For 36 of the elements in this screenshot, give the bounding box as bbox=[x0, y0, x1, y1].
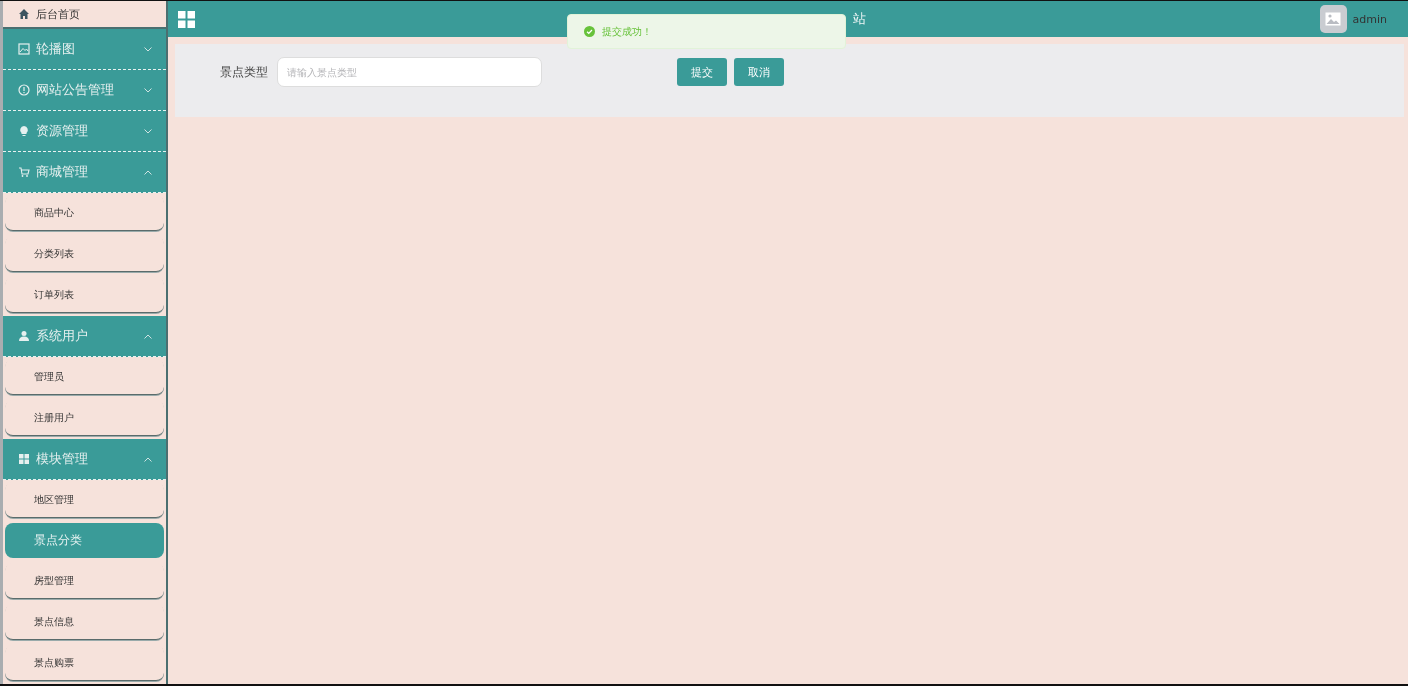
menu-group-label: 系统用户 bbox=[36, 327, 89, 345]
submenu-item[interactable]: 管理员 bbox=[5, 359, 164, 395]
site-title: 站 bbox=[853, 10, 867, 28]
chevron-down-icon bbox=[144, 87, 152, 93]
menu-group-label: 模块管理 bbox=[36, 450, 89, 468]
username: admin bbox=[1352, 12, 1387, 26]
lightbulb-icon bbox=[18, 125, 30, 137]
info-circle-icon bbox=[18, 84, 30, 96]
menu-group-label: 网站公告管理 bbox=[36, 81, 115, 99]
menu-group-label: 商城管理 bbox=[36, 163, 89, 181]
chevron-up-icon bbox=[144, 456, 152, 462]
check-circle-icon bbox=[584, 26, 595, 37]
submenu-item[interactable]: 景点购票 bbox=[5, 645, 164, 681]
menu-group-label: 资源管理 bbox=[36, 122, 89, 140]
user-icon bbox=[18, 330, 30, 342]
image-icon bbox=[18, 43, 30, 55]
grid-icon bbox=[18, 453, 30, 465]
submenu-item[interactable]: 商品中心 bbox=[5, 195, 164, 231]
home-icon bbox=[18, 8, 30, 20]
cart-icon bbox=[18, 166, 30, 178]
submenu-item[interactable]: 景点信息 bbox=[5, 604, 164, 640]
submenu-item[interactable]: 分类列表 bbox=[5, 236, 164, 272]
chevron-up-icon bbox=[144, 169, 152, 175]
input-field[interactable]: 请输入景点类型 bbox=[277, 57, 542, 87]
chevron-down-icon bbox=[144, 46, 152, 52]
avatar-image-icon[interactable] bbox=[1319, 5, 1347, 33]
submenu-item[interactable]: 订单列表 bbox=[5, 277, 164, 313]
field-label: 景点类型 bbox=[219, 64, 268, 81]
submenu-item[interactable]: 地区管理 bbox=[5, 482, 164, 518]
menu-group-label: 轮播图 bbox=[36, 40, 76, 58]
toast-message: 提交成功！ bbox=[602, 24, 652, 39]
submenu-item[interactable]: 注册用户 bbox=[5, 400, 164, 436]
chevron-up-icon bbox=[144, 333, 152, 339]
submenu-item[interactable]: 房型管理 bbox=[5, 563, 164, 599]
chevron-down-icon bbox=[144, 128, 152, 134]
grid-icon[interactable] bbox=[178, 10, 195, 28]
